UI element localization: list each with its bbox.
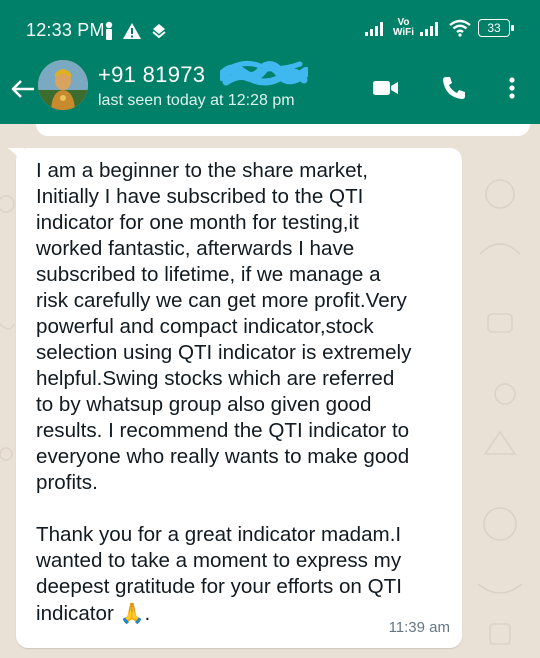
contact-name[interactable]: +91 81973: [98, 62, 205, 88]
contact-avatar[interactable]: [38, 60, 88, 110]
folded-hands-emoji: 🙏: [119, 601, 145, 625]
person-icon: [105, 21, 113, 40]
avatar-image: [38, 60, 88, 110]
sync-icon: [152, 24, 166, 39]
warning-icon: [123, 23, 141, 39]
message-paragraph-2-text: Thank you for a great indicator madam.I …: [36, 523, 402, 625]
previous-message-bubble: [36, 124, 530, 136]
vowifi-indicator: Vo WiFi: [393, 18, 414, 38]
last-seen-status: last seen today at 12:28 pm: [98, 92, 295, 109]
more-options-icon[interactable]: [498, 74, 526, 102]
status-bar: 12:33 PM Vo WiFi 33: [0, 0, 540, 60]
signal-icon: [364, 22, 383, 36]
chat-header: 12:33 PM Vo WiFi 33 +91 81973 last seen …: [0, 0, 540, 124]
status-time: 12:33 PM: [26, 20, 105, 40]
phone-icon[interactable]: [440, 74, 468, 102]
video-call-icon[interactable]: [372, 74, 400, 102]
incoming-message-bubble[interactable]: I am a beginner to the share market, Ini…: [16, 148, 462, 648]
status-notification-icons: [104, 20, 168, 42]
app-bar: +91 81973 last seen today at 12:28 pm: [0, 60, 540, 124]
message-paragraph-1: I am a beginner to the share market, Ini…: [36, 159, 412, 494]
wifi-icon: [449, 19, 471, 37]
redaction-scribble: [220, 60, 308, 86]
battery-icon: 33: [478, 19, 514, 37]
signal-icon-2: [420, 22, 438, 36]
message-trailing-period: .: [144, 602, 151, 625]
back-arrow-icon[interactable]: [8, 74, 38, 104]
status-right-icons: Vo WiFi 33: [364, 18, 514, 38]
message-text: I am a beginner to the share market, Ini…: [36, 158, 456, 627]
chat-area[interactable]: I am a beginner to the share market, Ini…: [0, 124, 540, 658]
message-timestamp: 11:39 am: [388, 619, 450, 636]
message-paragraph-2: Thank you for a great indicator madam.I …: [36, 522, 456, 627]
vowifi-bottom: WiFi: [392, 27, 414, 38]
